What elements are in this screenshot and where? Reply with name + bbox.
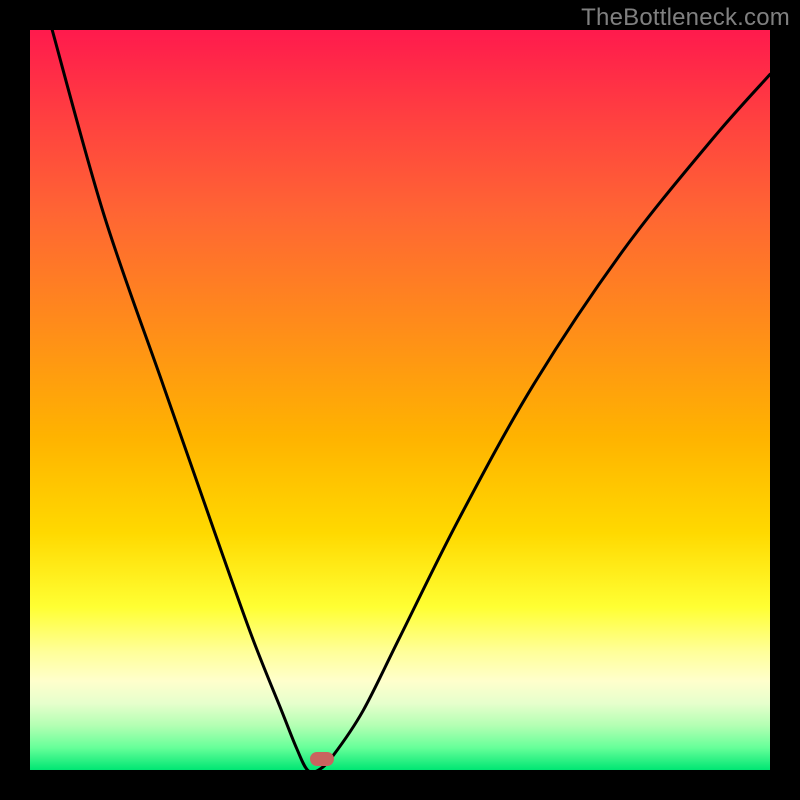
optimal-point-marker [310,752,334,766]
curve-svg [30,30,770,770]
plot-area [30,30,770,770]
watermark-text: TheBottleneck.com [581,4,790,32]
chart-frame: TheBottleneck.com [0,0,800,800]
bottleneck-curve [52,30,770,770]
